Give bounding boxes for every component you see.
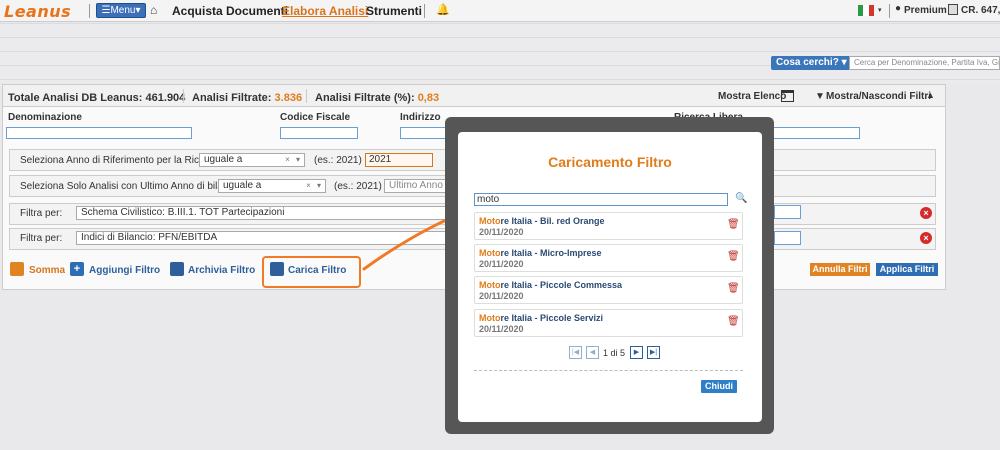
trash-icon[interactable]: 🗑 xyxy=(727,283,740,294)
trash-icon[interactable]: 🗑 xyxy=(727,316,740,327)
nav-acquista-documenti[interactable]: Acquista Documenti xyxy=(172,4,288,18)
ultimo-anno-label: Seleziona Solo Analisi con Ultimo Anno d… xyxy=(20,181,245,192)
modal-title: Caricamento Filtro xyxy=(548,154,672,170)
search-scope-dropdown[interactable]: Cosa cerchi? ▾ xyxy=(771,56,849,70)
divider xyxy=(183,89,184,103)
filter-item-date: 20/11/2020 xyxy=(479,227,524,237)
col-indirizzo: Indirizzo xyxy=(400,112,441,123)
codice-fiscale-input[interactable] xyxy=(280,127,358,139)
pagination-text: 1 di 5 xyxy=(603,348,626,358)
divider xyxy=(889,4,890,18)
filter-row-2-label: Filtra per: xyxy=(20,233,63,244)
italy-flag-icon[interactable] xyxy=(858,5,874,16)
filter-icon[interactable]: ▼ xyxy=(815,91,825,102)
filter-item-date: 20/11/2020 xyxy=(479,259,524,269)
account-label[interactable]: Premium xyxy=(904,5,947,16)
divider xyxy=(424,4,425,18)
leanus-logo[interactable]: Leanus xyxy=(4,2,71,21)
search-icon[interactable]: 🔍 xyxy=(735,193,747,204)
mostra-elenco-button[interactable]: Mostra Elenco xyxy=(718,91,786,102)
first-page-icon[interactable]: |◀ xyxy=(569,346,582,359)
trash-icon[interactable]: 🗑 xyxy=(727,251,740,262)
search-input[interactable]: Cerca per Denominazione, Partita Iva, Gr… xyxy=(849,56,1000,70)
ultimo-anno-operator-select[interactable]: uguale a × ▾ xyxy=(218,179,326,193)
credit-balance: CR. 647,5 xyxy=(961,5,1000,16)
bell-icon[interactable]: 🔔 xyxy=(436,3,450,16)
anno-operator-select[interactable]: uguale a × ▾ xyxy=(199,153,305,167)
anno-hint: (es.: 2021) xyxy=(314,155,362,166)
last-page-icon[interactable]: ▶| xyxy=(647,346,660,359)
sum-icon[interactable] xyxy=(10,262,24,276)
remove-filter-icon[interactable]: × xyxy=(920,207,932,219)
menu-button[interactable]: ☰Menu▾ xyxy=(96,3,146,18)
highlight-callout xyxy=(262,256,361,288)
page-background xyxy=(0,23,1000,83)
user-icon[interactable]: ● xyxy=(895,3,901,14)
modal-divider xyxy=(474,370,743,371)
credit-icon xyxy=(948,4,958,15)
filter-row-2-input[interactable] xyxy=(774,231,801,245)
filter-row-1-input[interactable] xyxy=(774,205,801,219)
col-denominazione: Denominazione xyxy=(8,112,82,123)
filter-item-date: 20/11/2020 xyxy=(479,291,524,301)
anno-label: Seleziona Anno di Riferimento per la Ric… xyxy=(20,155,222,166)
filter-search-input[interactable]: moto xyxy=(474,193,728,206)
archivia-filtro-button[interactable]: Archivia Filtro xyxy=(188,265,255,276)
filter-item-date: 20/11/2020 xyxy=(479,324,524,334)
filter-item-name[interactable]: Motore Italia - Piccole Servizi xyxy=(479,313,603,323)
filter-row-1-label: Filtra per: xyxy=(20,208,63,219)
denominazione-input[interactable] xyxy=(6,127,192,139)
filter-item-name[interactable]: Motore Italia - Bil. red Orange xyxy=(479,216,605,226)
chiudi-button[interactable]: Chiudi xyxy=(701,380,737,393)
applica-filtri-button[interactable]: Applica Filtri xyxy=(876,263,938,276)
toggle-filters-button[interactable]: Mostra/Nascondi Filtri xyxy=(826,91,931,102)
ultimo-anno-hint: (es.: 2021) xyxy=(334,181,382,192)
annulla-filtri-button[interactable]: Annulla Filtri xyxy=(810,263,870,276)
nav-strumenti[interactable]: Strumenti xyxy=(366,4,422,18)
somma-button[interactable]: Somma xyxy=(29,265,65,276)
save-icon[interactable] xyxy=(170,262,184,276)
stat-filtrate: Analisi Filtrate: 3.836 xyxy=(192,92,303,104)
list-icon[interactable] xyxy=(781,90,794,102)
plus-icon[interactable]: + xyxy=(70,262,84,276)
col-codice-fiscale: Codice Fiscale xyxy=(280,112,351,123)
filter-item-name[interactable]: Motore Italia - Piccole Commessa xyxy=(479,280,622,290)
next-page-icon[interactable]: ▶ xyxy=(630,346,643,359)
home-icon[interactable]: ⌂ xyxy=(150,3,157,17)
remove-filter-icon[interactable]: × xyxy=(920,232,932,244)
ultimo-anno-input[interactable]: Ultimo Anno di B xyxy=(384,179,446,193)
stat-filtrate-pct: Analisi Filtrate (%): 0,83 xyxy=(315,92,440,104)
divider xyxy=(89,4,90,18)
trash-icon[interactable]: 🗑 xyxy=(727,219,740,230)
chevron-down-icon[interactable]: ▾ xyxy=(878,6,882,14)
filter-item-name[interactable]: Motore Italia - Micro-Imprese xyxy=(479,248,602,258)
chevron-up-icon[interactable]: ▲ xyxy=(926,90,935,100)
ricerca-libera-input[interactable] xyxy=(768,127,860,139)
stat-totale: Totale Analisi DB Leanus: 461.904 xyxy=(8,92,186,104)
anno-input[interactable]: 2021 xyxy=(365,153,433,167)
aggiungi-filtro-button[interactable]: Aggiungi Filtro xyxy=(89,265,160,276)
divider xyxy=(306,89,307,103)
indirizzo-input[interactable] xyxy=(400,127,450,139)
nav-elabora-analisi[interactable]: Elabora Analisi xyxy=(282,4,368,18)
prev-page-icon[interactable]: ◀ xyxy=(586,346,599,359)
